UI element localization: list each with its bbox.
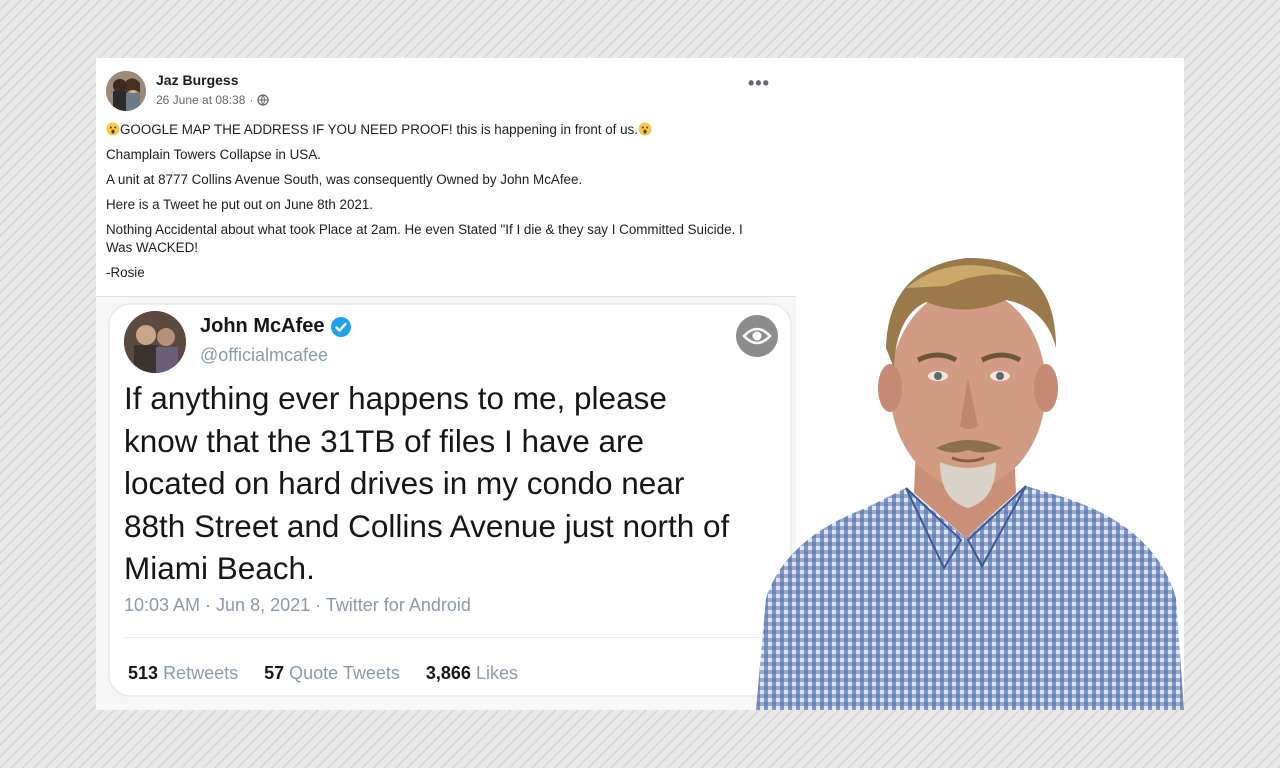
quotes-label: Quote Tweets <box>289 663 400 683</box>
tweet-avatar-photo <box>124 311 186 373</box>
tweet-stats: 513 Retweets 57 Quote Tweets 3,866 Likes <box>128 663 518 684</box>
likes-count: 3,866 <box>425 663 471 683</box>
author-name[interactable]: Jaz Burgess <box>156 72 238 88</box>
portrait-illustration <box>756 257 1184 710</box>
post-line-3: A unit at 8777 Collins Avenue South, was… <box>106 172 583 187</box>
tweet-text-line-5: Miami Beach. <box>124 550 315 586</box>
post-line-1-text: GOOGLE MAP THE ADDRESS IF YOU NEED PROOF… <box>120 122 638 137</box>
quotes-count: 57 <box>264 663 285 683</box>
tweet-timestamp: 10:03 AM · Jun 8, 2021 · Twitter for And… <box>124 595 471 615</box>
retweets-count: 513 <box>128 663 159 683</box>
portrait-photo <box>756 238 1184 710</box>
screenshot-card: Jaz Burgess 26 June at 08:38 · ••• GOOGL… <box>96 58 1184 710</box>
quotes-stat: 57 Quote Tweets <box>264 663 400 684</box>
avatar-photo <box>106 71 146 111</box>
tweet-text-line-1: If anything ever happens to me, please <box>124 380 667 416</box>
likes-stat: 3,866 Likes <box>426 663 518 684</box>
shocked-face-emoji-icon <box>106 122 120 136</box>
post-line-1: GOOGLE MAP THE ADDRESS IF YOU NEED PROOF… <box>106 121 746 139</box>
shocked-face-emoji-icon <box>638 122 652 136</box>
post-line-2: Champlain Towers Collapse in USA. <box>106 147 321 162</box>
post-line-5: Nothing Accidental about what took Place… <box>106 222 743 255</box>
tweet-author-name: John McAfee <box>200 315 325 337</box>
likes-label: Likes <box>475 663 518 683</box>
tweet-author: John McAfee <box>200 315 352 338</box>
post-meta: 26 June at 08:38 · <box>156 93 270 107</box>
post-line-4: Here is a Tweet he put out on June 8th 2… <box>106 197 374 212</box>
author-avatar[interactable] <box>106 71 146 111</box>
tweet-divider <box>124 637 776 638</box>
verified-badge-icon <box>331 316 352 337</box>
tweet-handle: @officialmcafee <box>200 345 328 365</box>
retweets-stat: 513 Retweets <box>128 663 238 684</box>
tweet-text-line-3: located on hard drives in my condo near <box>124 465 685 501</box>
tweet-text-line-2: know that the 31TB of files I have are <box>124 422 645 459</box>
post-body: GOOGLE MAP THE ADDRESS IF YOU NEED PROOF… <box>106 121 746 289</box>
tweet-card: John McAfee @officialmcafee If anything … <box>108 303 792 697</box>
tweet-avatar <box>124 311 186 373</box>
post-date[interactable]: 26 June at 08:38 <box>156 93 245 107</box>
tweet-text: If anything ever happens to me, please k… <box>124 377 790 590</box>
tweet-text-line-4: 88th Street and Collins Avenue just nort… <box>124 507 730 544</box>
more-options-icon[interactable]: ••• <box>748 74 770 92</box>
retweets-label: Retweets <box>163 663 239 683</box>
facebook-post: Jaz Burgess 26 June at 08:38 · ••• GOOGL… <box>96 58 796 298</box>
post-signature: -Rosie <box>106 265 145 280</box>
meta-separator: · <box>249 93 254 107</box>
embedded-tweet-image: John McAfee @officialmcafee If anything … <box>96 297 796 710</box>
globe-icon <box>257 94 270 106</box>
